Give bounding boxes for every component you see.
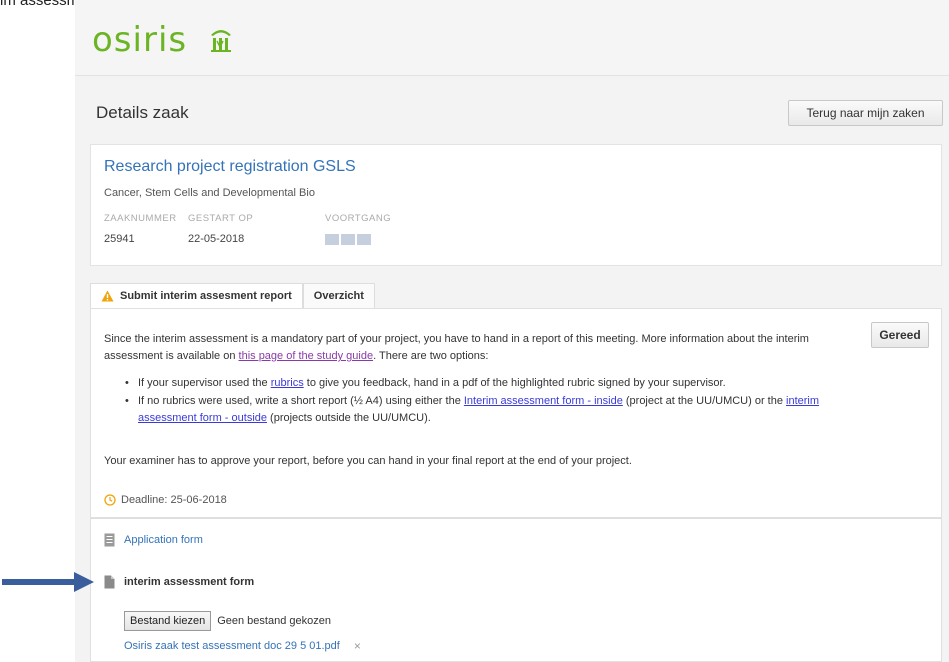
choose-file-button[interactable]: Bestand kiezen xyxy=(124,611,212,631)
progress-indicator xyxy=(325,234,371,245)
case-number-label: ZAAKNUMMER xyxy=(104,213,177,224)
warning-icon xyxy=(101,290,114,302)
bullet-text: (projects outside the UU/UMCU). xyxy=(267,412,431,424)
no-file-chosen-text: Geen bestand gekozen xyxy=(217,615,331,627)
case-summary-card: Research project registration GSLS Cance… xyxy=(90,144,942,266)
interim-form-inside-link[interactable]: Interim assessment form - inside xyxy=(464,395,623,407)
deadline: Deadline: 25-06-2018 xyxy=(104,494,227,506)
application-form-row[interactable]: Application form xyxy=(104,533,203,547)
app-header: osiris xyxy=(75,0,949,76)
case-number-value: 25941 xyxy=(104,233,135,245)
osiris-logo-text: osiris xyxy=(92,20,188,60)
remove-file-button[interactable]: × xyxy=(354,639,361,653)
clock-icon xyxy=(104,494,116,506)
task-panel: Gereed Since the interim assessment is a… xyxy=(90,308,942,518)
uploaded-file-row: Osiris zaak test assessment doc 29 5 01.… xyxy=(124,639,361,653)
options-list: If your supervisor used the rubrics to g… xyxy=(125,375,825,428)
study-guide-link[interactable]: this page of the study guide xyxy=(239,350,374,362)
tab-label: Submit interim assesment report xyxy=(120,290,292,302)
interim-form-row: interim assessment form xyxy=(104,575,254,589)
approval-text: Your examiner has to approve your report… xyxy=(104,455,632,467)
osiris-app: osiris Details zaak Terug naar mijn zake… xyxy=(75,0,949,662)
documents-section: Application form interim assessment form… xyxy=(90,518,942,662)
rubrics-link[interactable]: rubrics xyxy=(271,377,304,389)
intro-paragraph: Since the interim assessment is a mandat… xyxy=(104,331,824,365)
uploaded-file-link[interactable]: Osiris zaak test assessment doc 29 5 01.… xyxy=(124,640,340,652)
annotation-arrow-icon xyxy=(2,572,94,592)
tab-overzicht[interactable]: Overzicht xyxy=(302,283,375,309)
bullet-text: (project at the UU/UMCU) or the xyxy=(622,395,787,407)
progress-label: VOORTGANG xyxy=(325,213,392,224)
file-icon xyxy=(104,575,115,589)
deadline-text: Deadline: 25-06-2018 xyxy=(121,494,227,506)
bullet-text: If your supervisor used the xyxy=(138,377,271,389)
tab-label: Overzicht xyxy=(313,290,364,302)
bullet-text: If no rubrics were used, write a short r… xyxy=(138,395,464,407)
list-item: If no rubrics were used, write a short r… xyxy=(125,393,825,427)
done-button[interactable]: Gereed xyxy=(871,322,929,348)
task-tabs: Submit interim assesment report Overzich… xyxy=(90,283,375,309)
progress-step xyxy=(341,234,355,245)
progress-step xyxy=(325,234,339,245)
intro-text-end: . There are two options: xyxy=(373,350,489,362)
case-title-link[interactable]: Research project registration GSLS xyxy=(104,158,356,176)
bullet-text: to give you feedback, hand in a pdf of t… xyxy=(303,377,726,389)
started-value: 22-05-2018 xyxy=(188,233,245,245)
list-item: If your supervisor used the rubrics to g… xyxy=(125,375,825,392)
application-form-link[interactable]: Application form xyxy=(124,534,203,546)
progress-step xyxy=(357,234,371,245)
document-icon xyxy=(104,533,115,547)
page-title: Details zaak xyxy=(96,103,189,122)
interim-form-label: interim assessment form xyxy=(124,576,255,588)
case-subtitle: Cancer, Stem Cells and Developmental Bio xyxy=(104,187,315,199)
started-label: GESTART OP xyxy=(188,213,254,224)
file-chooser: Bestand kiezen Geen bestand gekozen xyxy=(124,611,331,631)
back-to-my-cases-button[interactable]: Terug naar mijn zaken xyxy=(788,100,943,126)
tab-submit-interim-report[interactable]: Submit interim assesment report xyxy=(90,283,303,309)
university-building-icon xyxy=(211,30,231,52)
